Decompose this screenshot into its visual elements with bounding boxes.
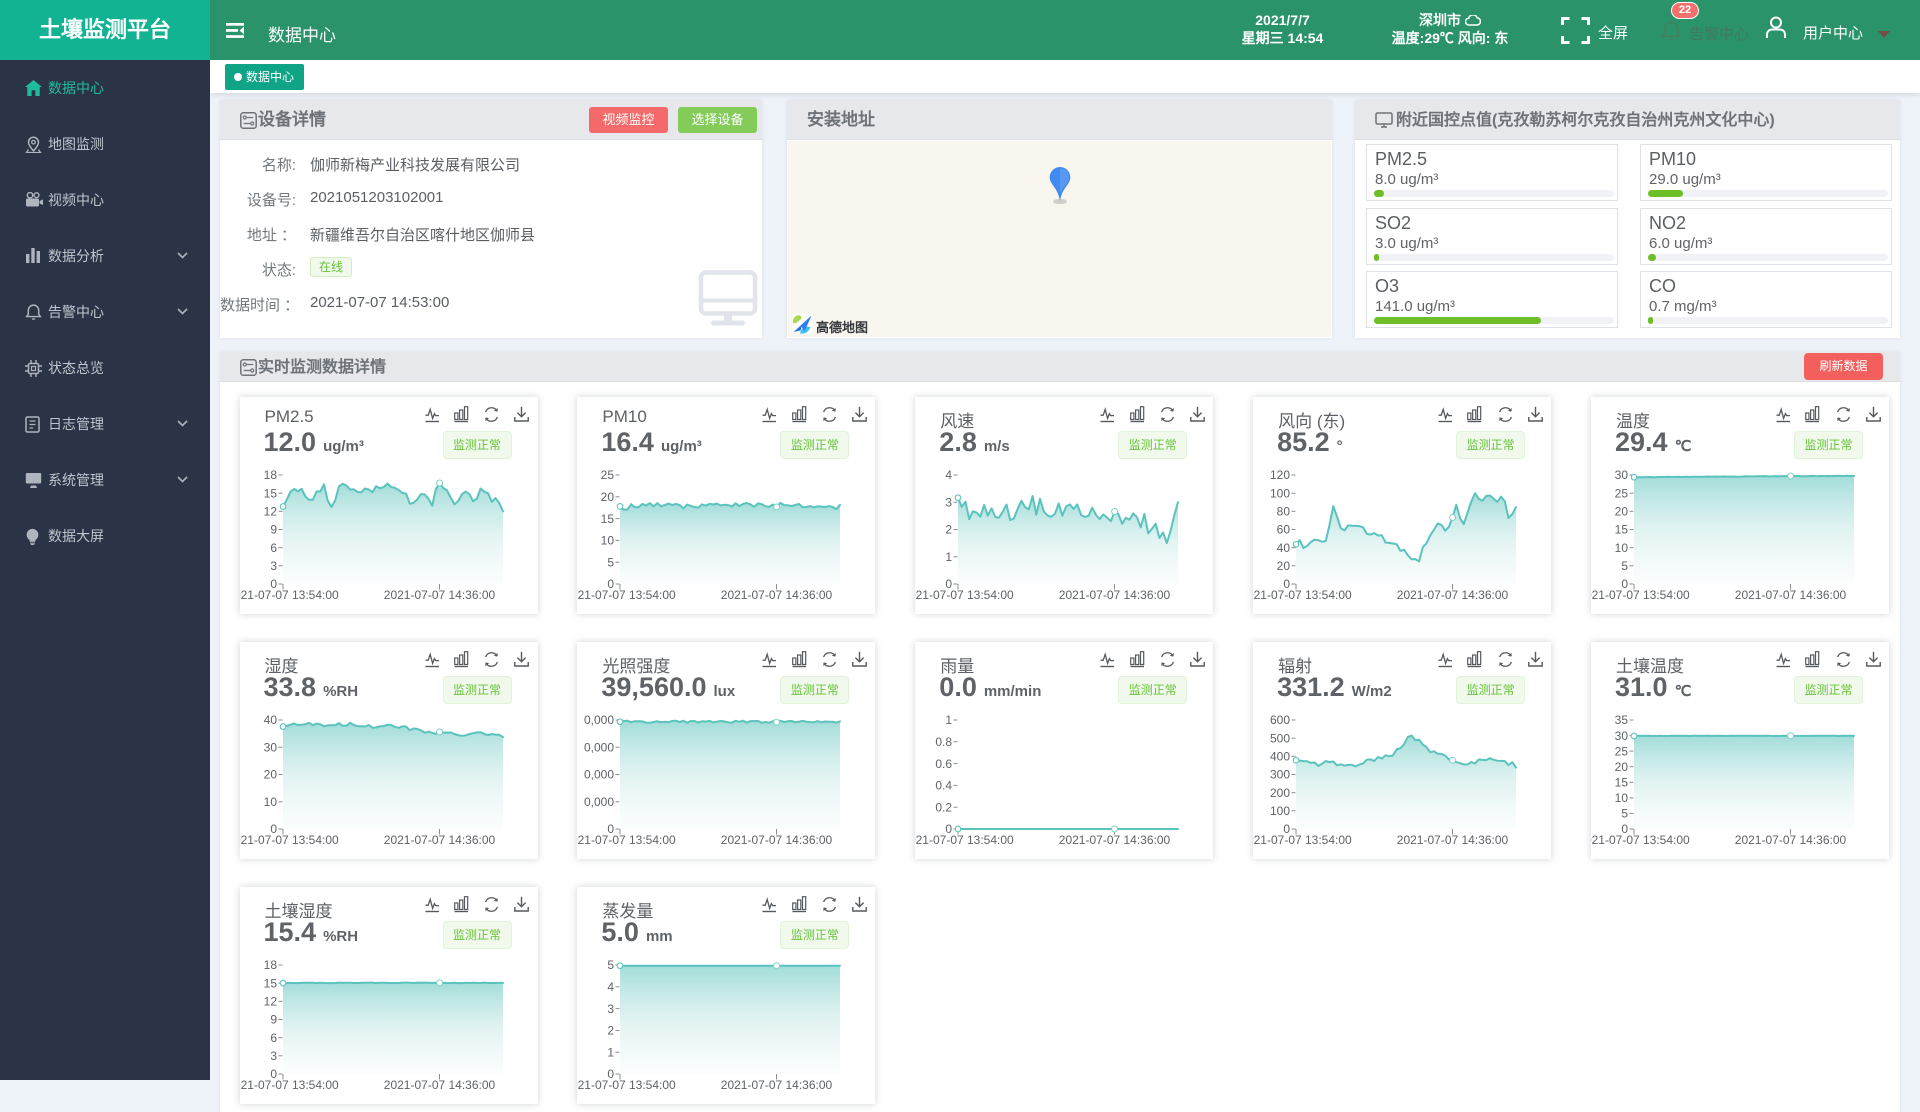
svg-text:20: 20: [601, 490, 615, 504]
svg-text:20: 20: [1615, 505, 1629, 519]
svg-text:60: 60: [1277, 523, 1291, 537]
svg-text:12: 12: [263, 995, 277, 1009]
svg-text:9: 9: [270, 1013, 277, 1027]
svg-text:5: 5: [1621, 807, 1628, 821]
svg-text:0.8: 0.8: [936, 735, 953, 749]
svg-text:20: 20: [1277, 559, 1291, 573]
svg-text:12: 12: [263, 505, 277, 519]
svg-text:2: 2: [946, 523, 953, 537]
svg-text:0,000: 0,000: [584, 795, 614, 809]
svg-text:20: 20: [263, 768, 277, 782]
svg-text:0,000: 0,000: [584, 713, 614, 727]
svg-text:2021-07-07 13:54:00: 2021-07-07 13:54:00: [1591, 833, 1690, 847]
svg-text:15: 15: [263, 976, 277, 990]
svg-text:2021-07-07 13:54:00: 2021-07-07 13:54:00: [240, 588, 339, 602]
svg-text:15: 15: [263, 486, 277, 500]
svg-text:15: 15: [1615, 776, 1629, 790]
svg-text:1: 1: [946, 550, 953, 564]
svg-text:2021-07-07 13:54:00: 2021-07-07 13:54:00: [1253, 588, 1352, 602]
svg-text:4: 4: [608, 980, 615, 994]
svg-text:5: 5: [608, 555, 615, 569]
svg-text:0.2: 0.2: [936, 800, 953, 814]
svg-text:2021-07-07 14:36:00: 2021-07-07 14:36:00: [1735, 833, 1847, 847]
svg-text:120: 120: [1270, 468, 1290, 482]
svg-text:1: 1: [608, 1045, 615, 1059]
svg-text:10: 10: [263, 795, 277, 809]
svg-text:2021-07-07 14:36:00: 2021-07-07 14:36:00: [383, 588, 495, 602]
svg-text:40: 40: [1277, 541, 1291, 555]
svg-text:2021-07-07 14:36:00: 2021-07-07 14:36:00: [383, 833, 495, 847]
svg-text:25: 25: [1615, 744, 1629, 758]
svg-text:0,000: 0,000: [584, 741, 614, 755]
svg-text:2021-07-07 14:36:00: 2021-07-07 14:36:00: [1059, 588, 1171, 602]
svg-text:20: 20: [1615, 760, 1629, 774]
svg-text:2021-07-07 14:36:00: 2021-07-07 14:36:00: [721, 588, 833, 602]
svg-text:6: 6: [270, 1031, 277, 1045]
svg-text:400: 400: [1270, 750, 1290, 764]
svg-text:0,000: 0,000: [584, 768, 614, 782]
svg-text:2021-07-07 13:54:00: 2021-07-07 13:54:00: [915, 588, 1014, 602]
svg-text:10: 10: [1615, 541, 1629, 555]
svg-text:2021-07-07 13:54:00: 2021-07-07 13:54:00: [577, 588, 676, 602]
svg-text:2021-07-07 14:36:00: 2021-07-07 14:36:00: [1397, 588, 1509, 602]
svg-text:0.4: 0.4: [936, 779, 953, 793]
svg-text:0.6: 0.6: [936, 757, 953, 771]
svg-text:2021-07-07 14:36:00: 2021-07-07 14:36:00: [383, 1078, 495, 1092]
svg-text:2021-07-07 14:36:00: 2021-07-07 14:36:00: [721, 1078, 833, 1092]
svg-text:3: 3: [270, 559, 277, 573]
svg-text:100: 100: [1270, 486, 1290, 500]
svg-text:5: 5: [1621, 559, 1628, 573]
svg-text:80: 80: [1277, 505, 1291, 519]
svg-text:3: 3: [946, 496, 953, 510]
svg-text:40: 40: [263, 713, 277, 727]
svg-text:9: 9: [270, 523, 277, 537]
svg-text:600: 600: [1270, 713, 1290, 727]
svg-text:15: 15: [601, 512, 615, 526]
svg-text:2021-07-07 13:54:00: 2021-07-07 13:54:00: [1253, 833, 1352, 847]
svg-text:2021-07-07 13:54:00: 2021-07-07 13:54:00: [240, 1078, 339, 1092]
svg-text:2021-07-07 14:36:00: 2021-07-07 14:36:00: [1735, 588, 1847, 602]
svg-text:6: 6: [270, 541, 277, 555]
svg-text:2021-07-07 13:54:00: 2021-07-07 13:54:00: [915, 833, 1014, 847]
svg-text:30: 30: [263, 741, 277, 755]
svg-text:100: 100: [1270, 804, 1290, 818]
svg-text:2021-07-07 13:54:00: 2021-07-07 13:54:00: [240, 833, 339, 847]
svg-text:500: 500: [1270, 731, 1290, 745]
svg-text:2021-07-07 13:54:00: 2021-07-07 13:54:00: [1591, 588, 1690, 602]
svg-text:30: 30: [1615, 468, 1629, 482]
svg-text:10: 10: [1615, 791, 1629, 805]
svg-text:300: 300: [1270, 768, 1290, 782]
svg-text:25: 25: [1615, 486, 1629, 500]
svg-text:4: 4: [946, 468, 953, 482]
svg-text:25: 25: [601, 468, 615, 482]
svg-text:2: 2: [608, 1024, 615, 1038]
svg-text:15: 15: [1615, 523, 1629, 537]
svg-text:2021-07-07 14:36:00: 2021-07-07 14:36:00: [1059, 833, 1171, 847]
svg-text:2021-07-07 14:36:00: 2021-07-07 14:36:00: [721, 833, 833, 847]
svg-text:3: 3: [270, 1049, 277, 1063]
svg-text:200: 200: [1270, 786, 1290, 800]
svg-text:2021-07-07 14:36:00: 2021-07-07 14:36:00: [1397, 833, 1509, 847]
svg-text:3: 3: [608, 1002, 615, 1016]
svg-text:2021-07-07 13:54:00: 2021-07-07 13:54:00: [577, 833, 676, 847]
svg-text:18: 18: [263, 468, 277, 482]
svg-text:18: 18: [263, 958, 277, 972]
svg-text:10: 10: [601, 534, 615, 548]
svg-text:2021-07-07 13:54:00: 2021-07-07 13:54:00: [577, 1078, 676, 1092]
svg-text:1: 1: [946, 713, 953, 727]
svg-text:35: 35: [1615, 713, 1629, 727]
svg-text:5: 5: [608, 958, 615, 972]
svg-text:30: 30: [1615, 729, 1629, 743]
